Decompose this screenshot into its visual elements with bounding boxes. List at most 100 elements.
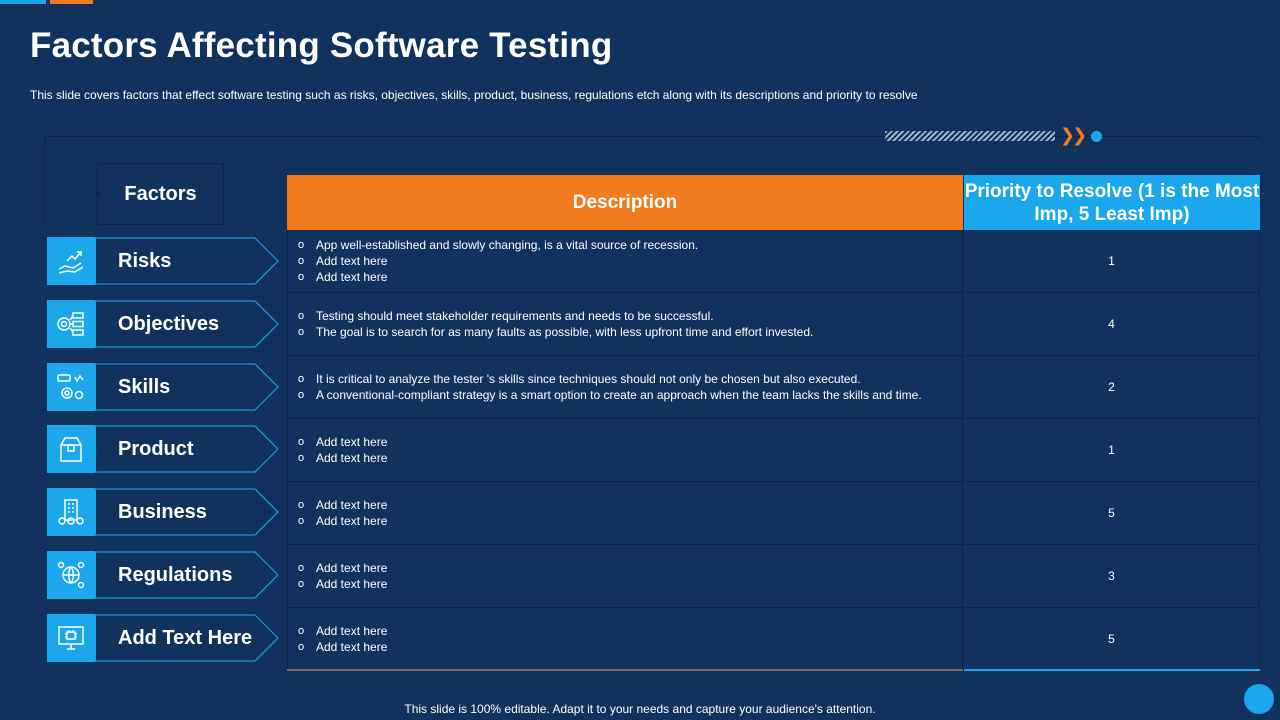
bullet-text: Add text here — [316, 254, 388, 268]
bullet-text: A conventional-compliant strategy is a s… — [316, 388, 922, 402]
description-bullet: o Add text here — [298, 560, 952, 576]
factor-label: Business — [118, 501, 207, 524]
description-cell: o Add text here o Add text here — [287, 545, 963, 607]
priority-cell: 2 — [964, 356, 1260, 418]
factors-header-label: Factors — [124, 182, 197, 205]
bullet-marker: o — [298, 562, 305, 574]
bullet-text: Add text here — [316, 561, 388, 575]
description-cell: o Testing should meet stakeholder require… — [287, 293, 963, 355]
priority-cell: 1 — [964, 230, 1260, 292]
table-bottom-line-accent — [964, 669, 1260, 671]
description-bullet: o A conventional-compliant strategy is a … — [298, 387, 952, 403]
bullet-text: The goal is to search for as many faults… — [316, 325, 814, 339]
description-cell: o Add text here o Add text here — [287, 482, 963, 544]
bullet-text: Add text here — [316, 577, 388, 591]
factor-item-0: Risks — [47, 237, 279, 285]
globe-regulations-icon — [47, 551, 95, 599]
monitor-chip-icon — [47, 613, 95, 662]
slide-subtitle: This slide covers factors that effect so… — [30, 88, 918, 102]
bullet-marker: o — [298, 271, 305, 283]
bullet-marker: o — [298, 452, 305, 464]
table-bottom-line — [287, 669, 963, 671]
description-bullet: o Add text here — [298, 253, 952, 269]
slide-title: Factors Affecting Software Testing — [30, 26, 613, 65]
description-bullet: o It is critical to analyze the tester 's… — [298, 371, 952, 387]
bullet-text: Testing should meet stakeholder requirem… — [316, 309, 714, 323]
description-header: Description — [287, 175, 963, 230]
table-row: o Add text here o Add text here 5 — [287, 608, 1260, 671]
priority-cell: 4 — [964, 293, 1260, 355]
factors-header: Factors — [95, 163, 224, 225]
bullet-marker: o — [298, 625, 305, 637]
bullet-marker: o — [298, 239, 305, 251]
bullet-marker: o — [298, 515, 305, 527]
bullet-text: App well-established and slowly changing… — [316, 238, 699, 252]
description-bullet: o Add text here — [298, 513, 952, 529]
priority-cell: 5 — [964, 608, 1260, 670]
dot-decoration — [1091, 131, 1102, 142]
description-bullet: o Add text here — [298, 639, 952, 655]
factor-label: Risks — [118, 250, 172, 272]
description-cell: o Add text here o Add text here — [287, 608, 963, 670]
factor-label: Objectives — [118, 312, 220, 335]
bullet-marker: o — [298, 326, 305, 338]
description-cell: o It is critical to analyze the tester 's… — [287, 356, 963, 418]
hatch-decoration — [885, 131, 1055, 141]
bullet-marker: o — [298, 499, 305, 511]
factor-item-6: Add Text Here — [47, 613, 279, 662]
bullet-marker: o — [298, 436, 305, 448]
hand-growth-icon — [47, 237, 95, 285]
bullet-marker: o — [298, 373, 305, 385]
description-bullet: o Add text here — [298, 450, 952, 466]
table-row: o App well-established and slowly changin… — [287, 230, 1260, 293]
table-row: o Add text here o Add text here 5 — [287, 482, 1260, 545]
description-bullet: o Add text here — [298, 269, 952, 285]
description-bullet: o Add text here — [298, 623, 952, 639]
description-bullet: o Testing should meet stakeholder require… — [298, 308, 952, 324]
bullet-marker: o — [298, 310, 305, 322]
bullet-text: Add text here — [316, 640, 388, 654]
building-business-icon — [47, 488, 95, 537]
frame-line-vertical — [44, 136, 45, 226]
target-list-icon — [47, 299, 95, 348]
bullet-text: It is critical to analyze the tester 's … — [316, 372, 861, 386]
description-cell: o Add text here o Add text here — [287, 419, 963, 481]
bullet-text: Add text here — [316, 624, 388, 638]
bullet-text: Add text here — [316, 435, 388, 449]
table-row: o Add text here o Add text here 3 — [287, 545, 1260, 608]
top-accent-blue — [0, 0, 46, 4]
bullet-text: Add text here — [316, 498, 388, 512]
bullet-marker: o — [298, 578, 305, 590]
description-bullet: o Add text here — [298, 434, 952, 450]
footer-note: This slide is 100% editable. Adapt it to… — [404, 702, 876, 716]
table-row: o It is critical to analyze the tester 's… — [287, 356, 1260, 419]
priority-cell: 3 — [964, 545, 1260, 607]
table-row: o Add text here o Add text here 1 — [287, 419, 1260, 482]
dot-decoration — [95, 191, 100, 196]
bullet-marker: o — [298, 255, 305, 267]
description-bullet: o The goal is to search for as many fault… — [298, 324, 952, 340]
factor-item-4: Business — [47, 488, 279, 537]
factor-label: Product — [118, 438, 194, 461]
factor-label: Skills — [118, 375, 171, 398]
bullet-text: Add text here — [316, 270, 388, 284]
table-row: o Testing should meet stakeholder require… — [287, 293, 1260, 356]
factor-item-1: Objectives — [47, 299, 279, 348]
factor-item-3: Product — [47, 425, 279, 474]
description-bullet: o App well-established and slowly changin… — [298, 237, 952, 253]
bullet-text: Add text here — [316, 514, 388, 528]
priority-cell: 1 — [964, 419, 1260, 481]
description-bullet: o Add text here — [298, 576, 952, 592]
priority-cell: 5 — [964, 482, 1260, 544]
factor-item-5: Regulations — [47, 551, 279, 599]
priority-header: Priority to Resolve (1 is the Most Imp, … — [964, 175, 1260, 230]
factor-label: Add Text Here — [118, 626, 253, 649]
bullet-marker: o — [298, 641, 305, 653]
gears-skills-icon — [47, 362, 95, 411]
bullet-marker: o — [298, 389, 305, 401]
factor-label: Regulations — [118, 564, 233, 586]
description-cell: o App well-established and slowly changin… — [287, 230, 963, 292]
box-product-icon — [47, 425, 95, 474]
bullet-text: Add text here — [316, 451, 388, 465]
corner-dot-decoration — [1244, 684, 1274, 714]
